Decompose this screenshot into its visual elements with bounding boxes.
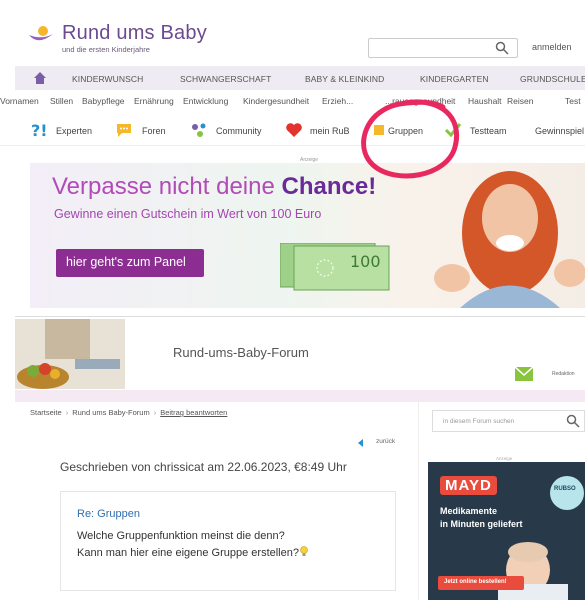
community-nav: ?! Experten Foren Community mein RuB Gru… [0, 118, 585, 146]
topic-haushalt[interactable]: Haushalt [468, 96, 502, 106]
baby-photo [498, 542, 568, 600]
heart-icon [286, 123, 302, 137]
topic-entwicklung[interactable]: Entwicklung [183, 96, 228, 106]
post-meta: Geschrieben von chrissicat am 22.06.2023… [60, 460, 347, 474]
sidebar-ad-label: Anzeige [496, 456, 513, 461]
nav-mein-rub[interactable]: mein RuB [310, 126, 350, 136]
logo-icon[interactable] [28, 26, 54, 46]
nav-gruppen[interactable]: Gruppen [388, 126, 423, 136]
back-link[interactable]: zurück [376, 438, 395, 445]
search-icon[interactable] [566, 414, 580, 428]
chat-bubble-icon [117, 124, 131, 137]
mayd-headline: Medikamente [440, 506, 498, 516]
topic-vornamen[interactable]: Vornamen [0, 96, 39, 106]
mayd-logo: MAYD [440, 476, 497, 495]
topic-reisen[interactable]: Reisen [507, 96, 533, 106]
nav-foren[interactable]: Foren [142, 126, 166, 136]
forum-search-input[interactable]: in diesem Forum suchen [432, 410, 585, 432]
topic-nav: Vornamen Stillen Babypflege Ernährung En… [0, 93, 585, 111]
woman-photo [434, 171, 585, 308]
forum-search-placeholder: in diesem Forum suchen [443, 418, 515, 425]
redaktion-link[interactable]: Redaktion [552, 371, 575, 377]
groups-icon [374, 125, 384, 135]
forum-header: Rund-ums-Baby-Forum Redaktion [15, 316, 585, 390]
forum-title[interactable]: Rund-ums-Baby-Forum [173, 345, 309, 360]
breadcrumb-home[interactable]: Startseite [30, 408, 62, 417]
topic-erziehung[interactable]: Erzieh... [322, 96, 353, 106]
sidebar-divider [418, 400, 419, 600]
login-link[interactable]: anmelden [532, 42, 572, 52]
forum-header-photo [15, 319, 125, 389]
header-search-input[interactable] [368, 38, 518, 58]
topic-stillen[interactable]: Stillen [50, 96, 73, 106]
nav-gewinnspiel[interactable]: Gewinnspiel [535, 126, 584, 136]
logo-subtitle: und die ersten Kinderjahre [62, 45, 150, 54]
checkmark-icon [444, 123, 462, 138]
site-header: Rund ums Baby und die ersten Kinderjahre… [0, 0, 585, 66]
mayd-advertisement[interactable]: MAYD Medikamente in Minuten geliefert RU… [428, 462, 585, 600]
mail-icon[interactable] [515, 367, 533, 381]
breadcrumb-forum[interactable]: Rund ums Baby-Forum [72, 408, 150, 417]
nav-community[interactable]: Community [216, 126, 262, 136]
nav-schwangerschaft[interactable]: SCHWANGERSCHAFT [180, 74, 271, 84]
topic-babypflege[interactable]: Babypflege [82, 96, 125, 106]
topic-ernaehrung[interactable]: Ernährung [134, 96, 174, 106]
back-arrow-icon[interactable] [356, 438, 366, 448]
nav-kindergarten[interactable]: KINDERGARTEN [420, 74, 489, 84]
post-body-line: Welche Gruppenfunktion meinst die denn? [77, 530, 285, 542]
panel-button[interactable]: hier geht's zum Panel [56, 249, 204, 277]
nav-testteam[interactable]: Testteam [470, 126, 507, 136]
mayd-order-button[interactable]: Jetzt online bestellen! [438, 576, 524, 590]
nav-baby-kleinkind[interactable]: BABY & KLEINKIND [305, 74, 384, 84]
nav-grundschule[interactable]: GRUNDSCHULE [520, 74, 585, 84]
topic-test[interactable]: Test [565, 96, 581, 106]
logo-title[interactable]: Rund ums Baby [62, 22, 207, 45]
divider-strip [15, 390, 585, 402]
breadcrumb-reply[interactable]: Beitrag beantworten [160, 408, 227, 417]
main-nav: KINDERWUNSCH SCHWANGERSCHAFT BABY & KLEI… [15, 66, 585, 90]
question-icon: ?! [31, 121, 48, 139]
banner-subtitle: Gewinne einen Gutschein im Wert von 100 … [54, 207, 322, 221]
banner-title: Verpasse nicht deine Chance! [52, 173, 377, 200]
svg-text:?!: ?! [31, 121, 48, 139]
mayd-headline-2: in Minuten geliefert [440, 519, 523, 529]
nav-kinderwunsch[interactable]: KINDERWUNSCH [72, 74, 143, 84]
mayd-badge [550, 476, 584, 510]
nav-experten[interactable]: Experten [56, 126, 92, 136]
topic-kindergesundheit[interactable]: Kindergesundheit [243, 96, 309, 106]
post-subject: Re: Gruppen [77, 508, 140, 520]
banknote-value: 100 [350, 252, 381, 271]
promo-banner[interactable]: Verpasse nicht deine Chance! Gewinne ein… [30, 163, 585, 308]
search-icon[interactable] [495, 41, 509, 55]
home-icon[interactable] [33, 71, 47, 85]
community-icon [192, 123, 206, 137]
lightbulb-icon [300, 546, 308, 556]
topic-frauengesundheit[interactable]: ...rauengesundheit [385, 96, 455, 106]
mayd-badge-text: RUBSO [554, 486, 576, 492]
breadcrumb: Startseite › Rund ums Baby-Forum › Beitrag b… [30, 408, 228, 417]
banknote-image: 100 [280, 243, 390, 291]
post-box: Re: Gruppen Welche Gruppenfunktion meins… [60, 491, 396, 591]
post-body-line: Kann man hier eine eigene Gruppe erstell… [77, 546, 309, 559]
